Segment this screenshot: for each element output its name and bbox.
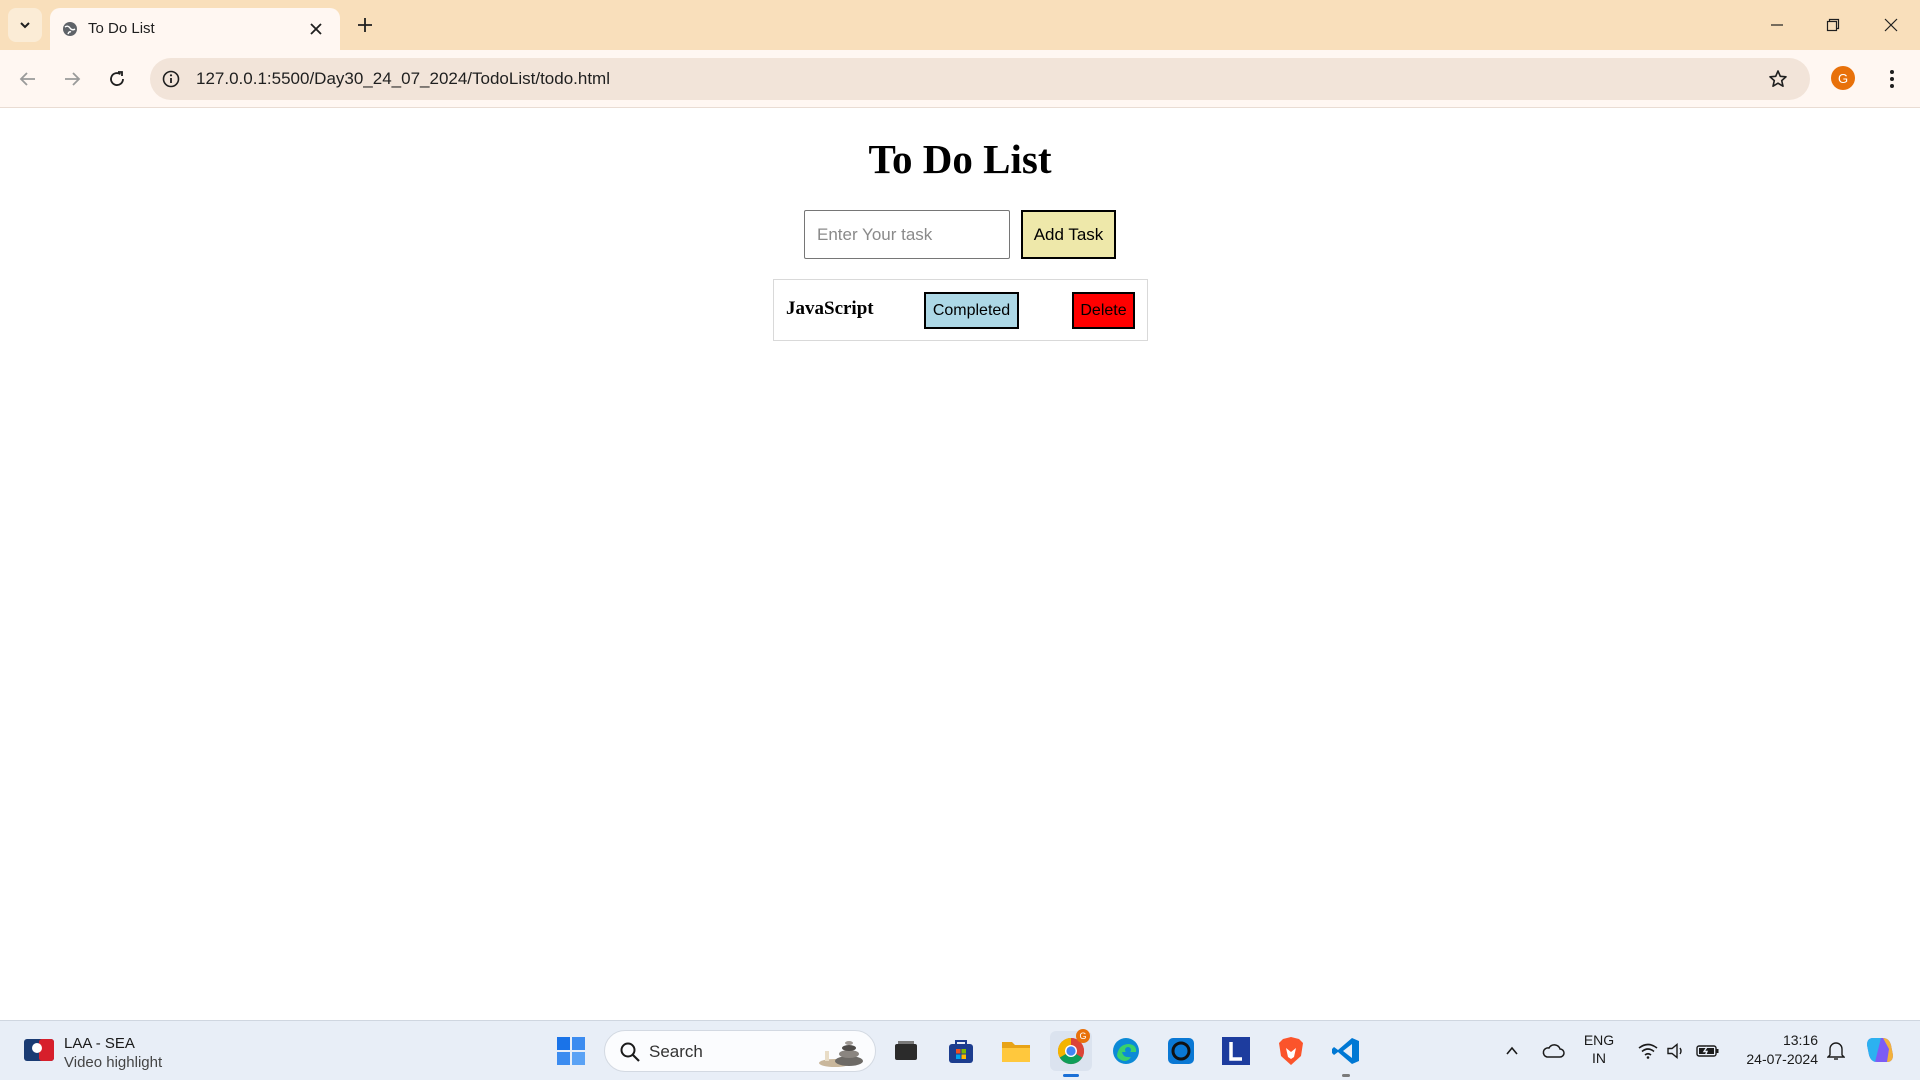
search-label: Search (649, 1042, 703, 1061)
site-info-button[interactable] (160, 68, 182, 90)
clock-date: 24-07-2024 (1746, 1051, 1818, 1067)
arrow-right-icon (65, 72, 81, 86)
region-code: IN (1592, 1050, 1606, 1066)
close-window-button[interactable] (1876, 10, 1906, 40)
tab-close-button[interactable] (306, 19, 326, 39)
search-icon (620, 1042, 640, 1062)
page-title: To Do List (868, 136, 1052, 182)
url-text[interactable]: 127.0.0.1:5500/Day30_24_07_2024/TodoList… (196, 69, 610, 89)
star-icon (1769, 70, 1787, 87)
speaker-icon (1667, 1043, 1682, 1059)
chrome-app[interactable]: G (1050, 1029, 1092, 1077)
brave-lion-icon (1279, 1037, 1303, 1065)
windows-logo-icon (557, 1037, 585, 1065)
ring-app-icon (1168, 1038, 1194, 1064)
add-task-button[interactable]: Add Task (1021, 210, 1116, 259)
start-button[interactable] (550, 1031, 592, 1071)
web-page: To Do List Add Task JavaScript Completed… (0, 109, 1920, 1020)
minimize-icon (1771, 24, 1783, 26)
task-list: JavaScript Completed Delete (773, 279, 1148, 341)
brave-app[interactable] (1270, 1031, 1312, 1071)
notifications-button[interactable] (1824, 1035, 1848, 1067)
browser-tab-active[interactable]: To Do List (50, 8, 340, 50)
browser-tab-strip: To Do List (0, 0, 1920, 50)
info-icon (162, 70, 180, 88)
windows-taskbar: LAA - SEA Video highlight Search G ENG I… (0, 1020, 1920, 1080)
edge-icon (1113, 1038, 1139, 1064)
globe-icon (63, 22, 77, 36)
delete-button[interactable]: Delete (1072, 292, 1135, 329)
close-icon (1884, 18, 1898, 32)
active-app-indicator (1063, 1074, 1079, 1077)
complete-button[interactable]: Completed (924, 292, 1019, 329)
wifi-icon (1638, 1043, 1658, 1059)
minimize-button[interactable] (1762, 10, 1792, 40)
restore-button[interactable] (1818, 10, 1848, 40)
wifi-button[interactable] (1636, 1035, 1660, 1067)
vscode-icon (1332, 1038, 1359, 1064)
profile-avatar[interactable]: G (1831, 66, 1855, 90)
folder-icon (1002, 1042, 1030, 1062)
task-text: JavaScript (786, 298, 874, 319)
forward-button[interactable] (56, 63, 88, 95)
widget-title: LAA - SEA (64, 1035, 135, 1052)
browser-menu-button[interactable] (1880, 64, 1904, 94)
reload-button[interactable] (101, 63, 133, 95)
store-app[interactable] (940, 1031, 982, 1071)
copilot-icon (1867, 1038, 1893, 1062)
browser-toolbar: 127.0.0.1:5500/Day30_24_07_2024/TodoList… (0, 50, 1920, 108)
stones-illustration-icon (819, 1041, 863, 1067)
back-button[interactable] (12, 63, 44, 95)
baseball-league-icon (24, 1039, 54, 1061)
onedrive-button[interactable] (1538, 1035, 1568, 1067)
store-icon (949, 1040, 973, 1063)
clock-time: 13:16 (1782, 1032, 1818, 1048)
more-vertical-icon (1890, 70, 1894, 88)
new-tab-button[interactable] (352, 12, 378, 38)
widget-subtitle: Video highlight (64, 1054, 163, 1071)
chevron-up-icon (1506, 1046, 1518, 1055)
restore-icon (1826, 18, 1840, 32)
cortana-app[interactable] (1160, 1031, 1202, 1071)
address-bar[interactable]: 127.0.0.1:5500/Day30_24_07_2024/TodoList… (150, 58, 1810, 100)
vscode-app[interactable] (1325, 1031, 1367, 1077)
bookmark-button[interactable] (1766, 67, 1790, 91)
close-icon (310, 23, 322, 35)
tab-title: To Do List (88, 20, 155, 37)
l-app[interactable] (1215, 1031, 1257, 1071)
taskbar-search[interactable]: Search (604, 1030, 876, 1072)
tab-search-button[interactable] (8, 8, 42, 42)
task-view-icon (895, 1041, 917, 1060)
battery-charging-icon (1696, 1045, 1719, 1057)
reload-icon (110, 71, 124, 86)
chrome-profile-badge: G (1076, 1029, 1090, 1043)
running-app-indicator (1342, 1074, 1350, 1077)
bell-icon (1827, 1042, 1845, 1060)
language-code: ENG (1583, 1032, 1615, 1048)
arrow-left-icon (19, 72, 35, 86)
system-clock[interactable]: 13:16 24-07-2024 (1730, 1031, 1818, 1069)
task-view-button[interactable] (885, 1031, 927, 1071)
copilot-button[interactable] (1862, 1031, 1898, 1069)
file-explorer-app[interactable] (995, 1031, 1037, 1071)
task-input[interactable] (804, 210, 1010, 259)
edge-app[interactable] (1105, 1031, 1147, 1071)
cloud-icon (1542, 1044, 1565, 1058)
volume-button[interactable] (1664, 1035, 1688, 1067)
letter-l-app-icon (1222, 1037, 1250, 1065)
plus-icon (358, 18, 372, 32)
language-indicator[interactable]: ENG IN (1582, 1031, 1616, 1067)
show-hidden-icons-button[interactable] (1500, 1035, 1524, 1067)
battery-button[interactable] (1694, 1035, 1722, 1067)
chevron-down-icon (20, 22, 30, 29)
